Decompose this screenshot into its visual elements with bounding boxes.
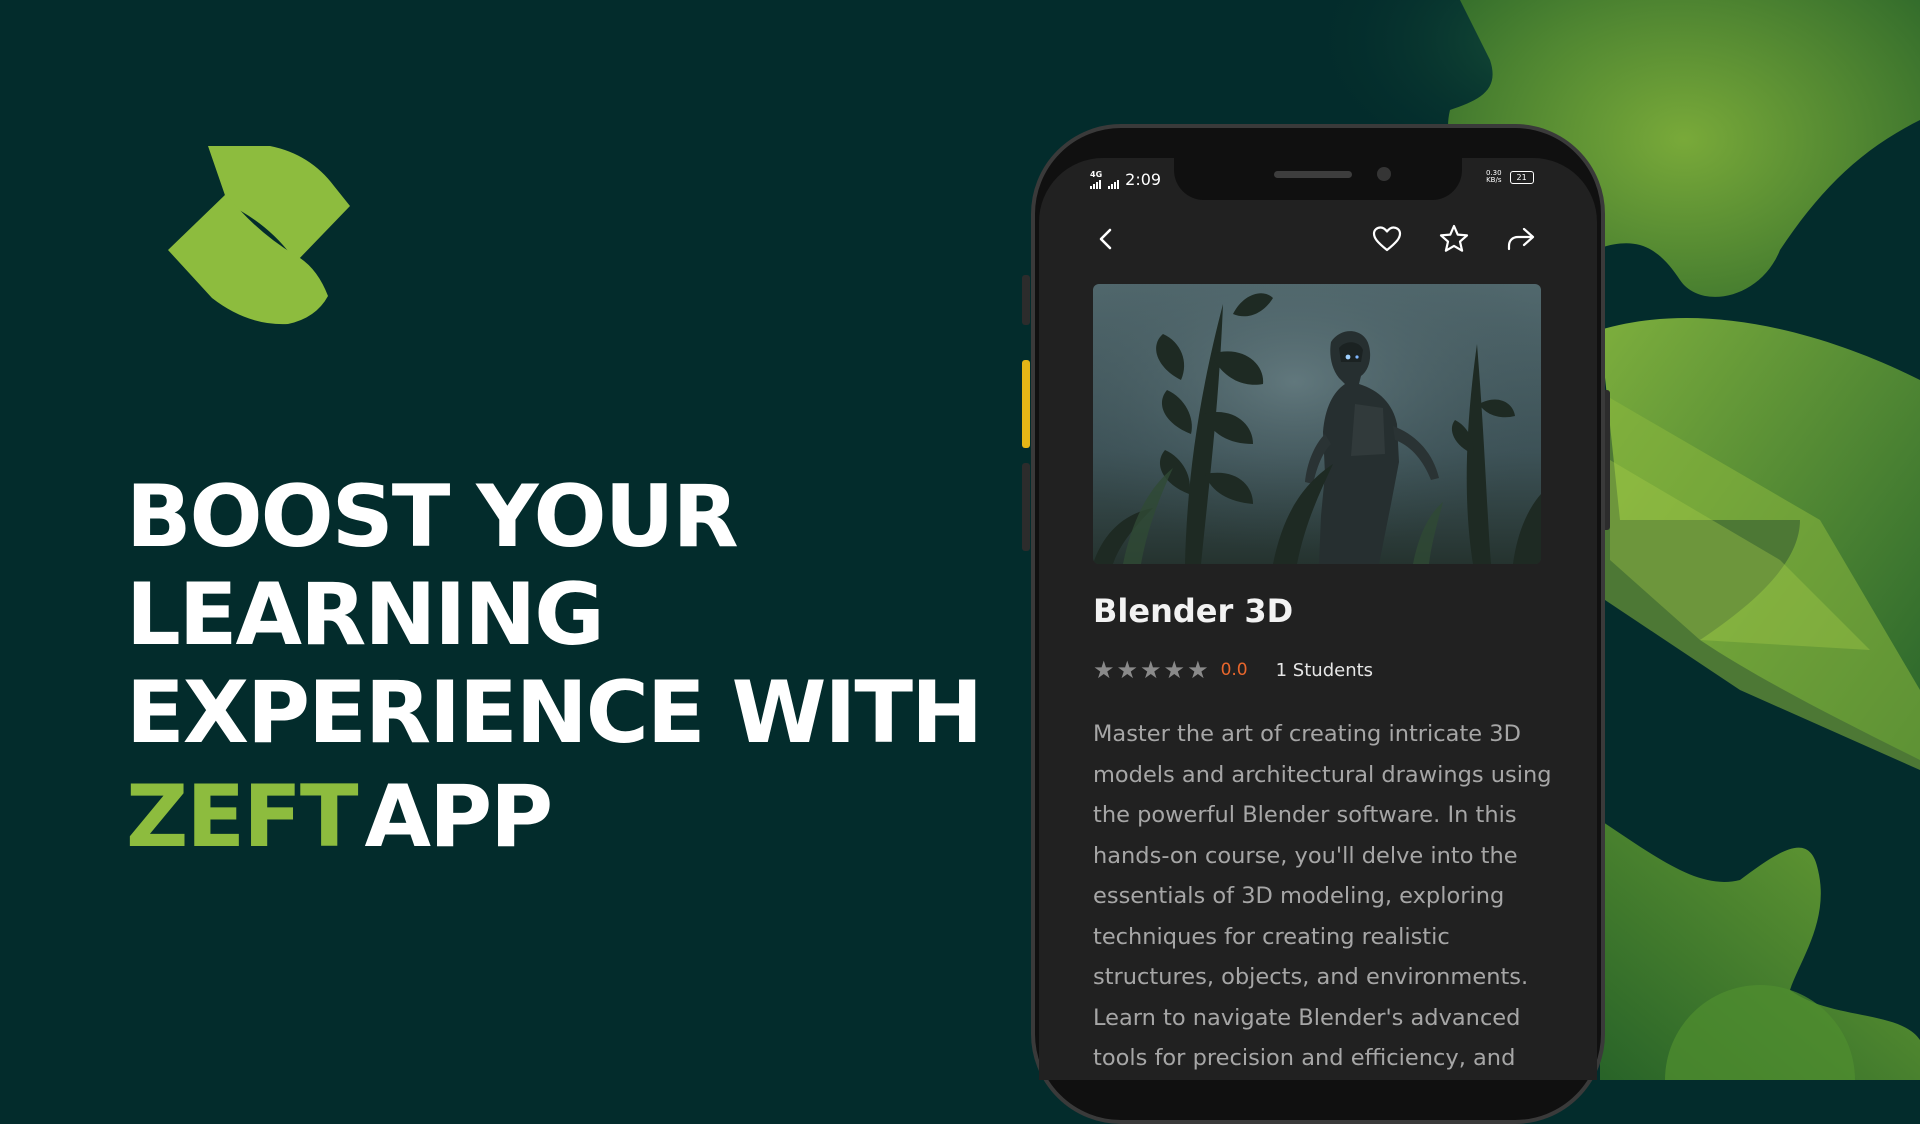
heart-icon[interactable] [1370, 222, 1404, 256]
front-camera [1377, 167, 1391, 181]
description-line: the powerful Blender software. In this [1093, 802, 1517, 828]
rating-value: 0.0 [1220, 660, 1248, 680]
star-outline-icon[interactable] [1437, 222, 1471, 256]
student-count: 1 Students [1275, 659, 1374, 681]
phone-speaker [1274, 171, 1352, 178]
network-speed: 0.30 KB/s [1486, 170, 1502, 184]
status-time: 2:09 [1125, 170, 1162, 189]
battery-level: 21 [1516, 172, 1527, 182]
rating-star-icon: ★ [1187, 656, 1209, 684]
rating-star-icon: ★ [1093, 656, 1115, 684]
rating-star-icon: ★ [1116, 656, 1139, 684]
brand-app-word: APP [364, 767, 554, 867]
headline-line-2: LEARNING [126, 565, 605, 665]
phone-side-button [1022, 275, 1030, 325]
description-line: tools for precision and efficiency, and [1093, 1045, 1516, 1071]
network-speed-unit: KB/s [1486, 176, 1502, 184]
description-line: Master the art of creating intricate 3D [1093, 721, 1521, 747]
course-rating-row: ★ ★ ★ ★ ★ 0.0 1 Students [1093, 658, 1373, 682]
phone-notch [1174, 140, 1462, 200]
zeft-logo-icon [168, 146, 350, 325]
headline-line-3: EXPERIENCE WITH [126, 663, 983, 763]
network-type: 4G [1090, 169, 1103, 179]
status-bar-left: 4G 2:09 [1090, 170, 1161, 189]
headline-line-4: ZEFTAPP [126, 768, 981, 866]
signal-bars-icon [1108, 179, 1120, 189]
rating-star-icon: ★ [1163, 656, 1186, 684]
description-line: structures, objects, and environments. [1093, 964, 1529, 990]
headline: BOOST YOUR LEARNING EXPERIENCE WITH ZEFT… [126, 467, 983, 866]
description-line: Learn to navigate Blender's advanced [1093, 1004, 1521, 1031]
course-title: Blender 3D [1093, 592, 1294, 630]
phone-volume-button [1022, 360, 1030, 448]
network-signal-icon: 4G [1090, 169, 1103, 189]
back-chevron-icon[interactable] [1089, 222, 1123, 256]
description-line: hands-on course, you'll delve into the [1093, 842, 1518, 869]
rating-stars: ★ ★ ★ ★ ★ [1093, 658, 1209, 682]
description-line: essentials of 3D modeling, exploring [1093, 883, 1505, 909]
headline-line-1: BOOST YOUR [126, 467, 739, 567]
description-line: models and architectural drawings using [1093, 761, 1552, 788]
battery-icon: 21 [1509, 170, 1534, 184]
share-arrow-icon[interactable] [1504, 222, 1538, 256]
course-thumbnail [1093, 284, 1541, 564]
rating-star-icon: ★ [1140, 656, 1162, 684]
brand-name: ZEFT [126, 767, 359, 867]
course-description: Master the art of creating intricate 3D m… [1093, 714, 1552, 1079]
phone-side-button [1022, 463, 1030, 551]
status-bar-right: 0.30 KB/s 21 [1486, 170, 1534, 184]
description-line: techniques for creating realistic [1093, 923, 1450, 950]
